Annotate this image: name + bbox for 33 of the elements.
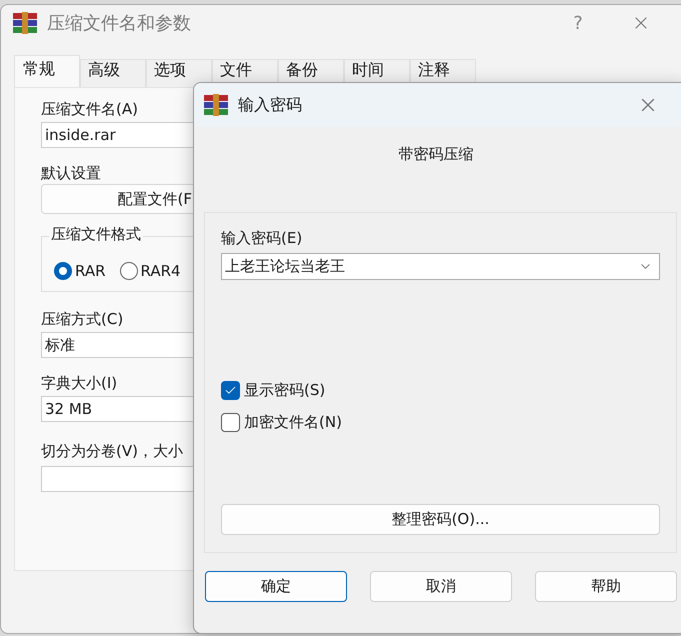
password-combobox[interactable]: 上老王论坛当老王 <box>221 253 660 280</box>
group-label: 压缩文件格式 <box>49 225 143 244</box>
checkbox-label: 加密文件名(N) <box>244 412 342 433</box>
input-field[interactable] <box>41 466 194 492</box>
field-label: 切分为分卷(V)，大小 <box>41 441 184 462</box>
field-label: 默认设置 <box>41 163 102 184</box>
field-label: 压缩方式(C) <box>41 309 124 330</box>
dialog-title: 输入密码 <box>238 94 303 116</box>
dialog-button[interactable]: 取消 <box>370 571 512 602</box>
window-title: 压缩文件名和参数 <box>47 12 192 35</box>
checkbox-label: 显示密码(S) <box>244 380 326 401</box>
organize-passwords-button[interactable]: 整理密码(O)... <box>221 504 660 535</box>
dialog-button[interactable]: 帮助 <box>535 571 677 602</box>
checkbox[interactable] <box>221 380 240 400</box>
field-label: 压缩文件名(A) <box>41 99 139 120</box>
field-label: 输入密码(E) <box>221 228 304 249</box>
radio-label: RAR4 <box>140 261 181 282</box>
checkbox[interactable] <box>221 412 240 432</box>
dialog-button[interactable]: 确定 <box>205 571 347 602</box>
dialog-subtitle: 带密码压缩 <box>398 145 474 164</box>
profile-button[interactable]: 配置文件(F <box>41 184 194 214</box>
dropdown[interactable]: 标准 <box>41 332 194 358</box>
tab[interactable]: 选项 <box>146 59 212 87</box>
books-icon <box>204 94 228 116</box>
field-label: 字典大小(I) <box>41 373 118 394</box>
radio-button[interactable] <box>120 262 138 280</box>
books-icon <box>13 12 37 34</box>
dropdown[interactable]: 32 MB <box>41 396 194 422</box>
radio-button[interactable] <box>54 262 72 280</box>
tab[interactable]: 高级 <box>80 59 146 87</box>
tab[interactable]: 常规 <box>14 55 80 87</box>
input-field[interactable]: inside.rar <box>41 122 194 148</box>
radio-label: RAR <box>75 261 106 282</box>
